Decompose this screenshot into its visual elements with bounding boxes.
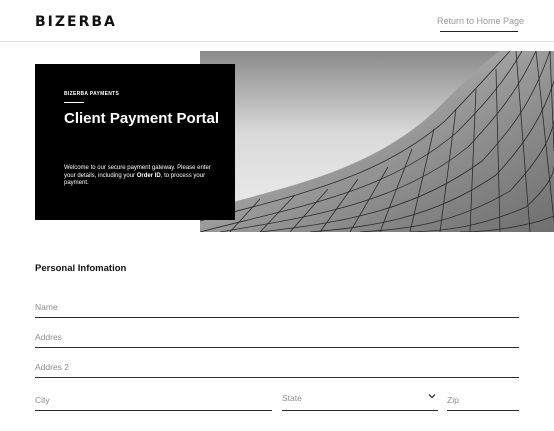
hero-description: Welcome to our secure payment gateway. P… — [64, 165, 214, 188]
hero-desc-order-id: Order ID — [136, 172, 161, 179]
city-input[interactable] — [35, 391, 272, 409]
name-input[interactable] — [35, 298, 519, 316]
address2-input[interactable] — [35, 358, 519, 376]
address2-field-wrapper — [35, 357, 519, 378]
chevron-down-icon — [428, 392, 436, 402]
bizerba-logo[interactable]: BIZERBA — [35, 14, 117, 30]
eyebrow-divider — [64, 102, 84, 103]
state-select-label: State — [282, 393, 302, 403]
hero-eyebrow: BIZERBA PAYMENTS — [64, 91, 120, 97]
city-field-wrapper — [35, 390, 272, 411]
section-title-personal-info: Personal Infomation — [35, 263, 127, 274]
address-field-wrapper — [35, 327, 519, 348]
zip-field-wrapper — [447, 390, 519, 411]
site-header: BIZERBA Return to Home Page — [0, 0, 554, 42]
home-link-underline — [440, 31, 518, 32]
hero-card: BIZERBA PAYMENTS Client Payment Portal W… — [35, 64, 235, 220]
return-home-link[interactable]: Return to Home Page — [437, 16, 524, 26]
hero-building-image — [200, 51, 554, 232]
state-select[interactable]: State — [282, 390, 438, 411]
address-input[interactable] — [35, 328, 519, 346]
name-field-wrapper — [35, 297, 519, 318]
page-title: Client Payment Portal — [64, 110, 220, 127]
zip-input[interactable] — [447, 391, 519, 409]
